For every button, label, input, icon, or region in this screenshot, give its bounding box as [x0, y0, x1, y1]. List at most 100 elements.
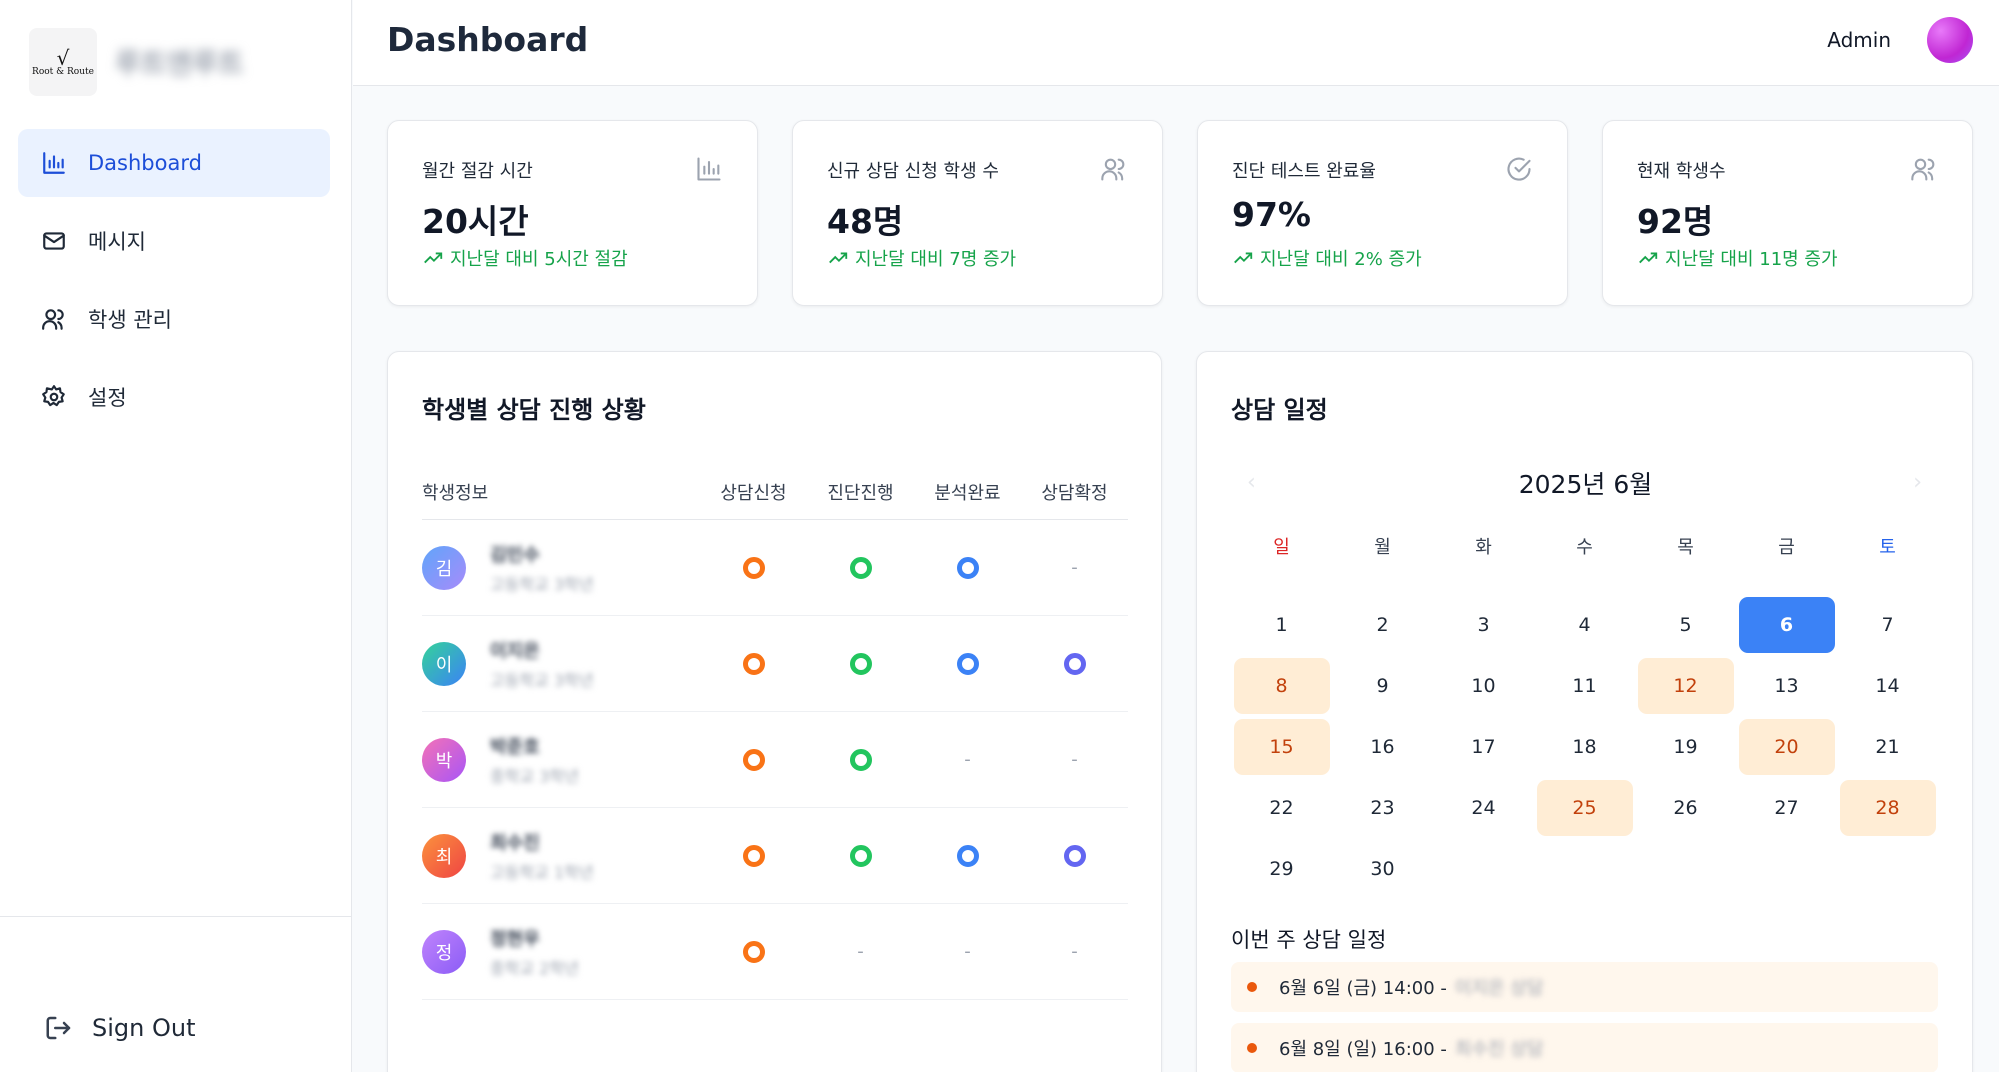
avatar[interactable]	[1927, 17, 1973, 63]
weekday-label: 화	[1475, 537, 1492, 558]
calendar-day-number: 15	[1233, 718, 1330, 775]
calendar-day[interactable]: 29	[1231, 838, 1332, 899]
sidebar-item-messages[interactable]: 메시지	[18, 207, 330, 275]
calendar-day[interactable]: 6	[1736, 594, 1837, 655]
stat-trend: 지난달 대비 7명 증가	[827, 245, 1016, 271]
calendar-day[interactable]: 30	[1332, 838, 1433, 899]
calendar-day[interactable]: 19	[1635, 716, 1736, 777]
calendar-day[interactable]: 15	[1231, 716, 1332, 777]
table-row[interactable]: 정 정현우 중학교 2학년 - - -	[422, 904, 1128, 1000]
users-icon	[1100, 155, 1128, 183]
status-ring-icon	[742, 748, 765, 771]
logo[interactable]: √ Root & Route 루트앤루트	[29, 28, 244, 96]
section-title: 학생별 상담 진행 상황	[422, 396, 646, 424]
weekday-label: 토	[1879, 537, 1896, 558]
calendar-day-number: 2	[1376, 613, 1389, 636]
calendar-day[interactable]: 4	[1534, 594, 1635, 655]
calendar-day[interactable]: 10	[1433, 655, 1534, 716]
sidebar-item-label: 설정	[88, 386, 127, 410]
status-cell	[914, 652, 1021, 675]
gear-icon	[40, 383, 68, 411]
stat-label: 월간 절감 시간	[422, 161, 533, 182]
bar-chart-icon	[40, 149, 68, 177]
weekday-label: 일	[1273, 537, 1290, 558]
calendar-day[interactable]: 22	[1231, 777, 1332, 838]
stat-card-new-applicants: 신규 상담 신청 학생 수 48명 지난달 대비 7명 증가	[792, 120, 1163, 306]
calendar-day[interactable]: 5	[1635, 594, 1736, 655]
calendar-day[interactable]: 28	[1837, 777, 1938, 838]
calendar-day[interactable]: 11	[1534, 655, 1635, 716]
calendar-day[interactable]: 2	[1332, 594, 1433, 655]
calendar-day[interactable]: 12	[1635, 655, 1736, 716]
next-month-button[interactable]: ›	[1913, 470, 1922, 495]
calendar-day[interactable]: 20	[1736, 716, 1837, 777]
calendar-day-number: 26	[1673, 796, 1698, 819]
status-cell: -	[914, 941, 1021, 962]
sidebar-item-dashboard[interactable]: Dashboard	[18, 129, 330, 197]
stat-value: 92명	[1637, 202, 1714, 241]
status-empty: -	[857, 941, 864, 962]
stat-label: 신규 상담 신청 학생 수	[827, 161, 999, 182]
user-name[interactable]: Admin	[1827, 28, 1891, 52]
calendar-day[interactable]: 25	[1534, 777, 1635, 838]
weekday-label: 금	[1778, 537, 1795, 558]
table-row[interactable]: 이 이지은 고등학교 3학년	[422, 616, 1128, 712]
status-cell	[914, 844, 1021, 867]
table-row[interactable]: 김 김민수 고등학교 3학년 -	[422, 520, 1128, 616]
table-header: 학생정보 상담신청 진단진행 분석완료 상담확정	[422, 464, 1128, 520]
sidebar-item-students[interactable]: 학생 관리	[18, 285, 330, 353]
schedule-item[interactable]: 6월 8일 (일) 16:00 - 최수진 상담	[1231, 1023, 1938, 1072]
calendar-day-number: 8	[1233, 657, 1330, 714]
calendar-day[interactable]: 18	[1534, 716, 1635, 777]
calendar-day[interactable]: 23	[1332, 777, 1433, 838]
student-name: 이지은	[490, 640, 540, 662]
calendar-day-number: 13	[1774, 674, 1799, 697]
column-header: 학생정보	[422, 482, 489, 504]
trend-up-icon	[1639, 252, 1658, 264]
logo-mark: √ Root & Route	[29, 28, 97, 96]
schedule-item[interactable]: 6월 6일 (금) 14:00 - 이지은 상담	[1231, 962, 1938, 1012]
schedule-detail: 최수진 상담	[1454, 1039, 1544, 1060]
calendar-day[interactable]: 7	[1837, 594, 1938, 655]
status-cell	[914, 556, 1021, 579]
stat-card-time-saved: 월간 절감 시간 20시간 지난달 대비 5시간 절감	[387, 120, 758, 306]
status-ring-icon	[1063, 652, 1086, 675]
calendar-day-number: 30	[1370, 857, 1395, 880]
calendar-day[interactable]: 14	[1837, 655, 1938, 716]
sidebar-divider	[0, 916, 352, 917]
table-row[interactable]: 박 박준호 중학교 3학년 - -	[422, 712, 1128, 808]
stat-label: 진단 테스트 완료율	[1232, 161, 1376, 182]
calendar-day-number: 20	[1738, 718, 1835, 775]
sidebar-nav: Dashboard 메시지 학생 관리 설정	[18, 129, 330, 441]
status-ring-icon	[956, 652, 979, 675]
calendar-day[interactable]: 13	[1736, 655, 1837, 716]
status-empty: -	[1071, 749, 1078, 770]
calendar-week: 29 30	[1231, 838, 1938, 899]
calendar-day[interactable]: 21	[1837, 716, 1938, 777]
schedule-time: 6월 6일 (금) 14:00 -	[1279, 978, 1447, 999]
calendar-day[interactable]: 1	[1231, 594, 1332, 655]
student-grade: 고등학교 3학년	[490, 574, 594, 594]
logo-symbol: √	[56, 45, 70, 70]
calendar-day[interactable]: 8	[1231, 655, 1332, 716]
sign-out-button[interactable]: Sign Out	[16, 996, 196, 1060]
schedule-dot	[1247, 1043, 1257, 1053]
mail-icon	[40, 227, 68, 255]
calendar-day[interactable]: 16	[1332, 716, 1433, 777]
counseling-progress-card: 학생별 상담 진행 상황 학생정보 상담신청 진단진행 분석완료 상담확정 김김…	[387, 351, 1162, 1072]
calendar-day-number: 14	[1875, 674, 1900, 697]
calendar-day[interactable]: 9	[1332, 655, 1433, 716]
student-text: 정현우 중학교 2학년	[490, 925, 579, 979]
calendar-day[interactable]: 27	[1736, 777, 1837, 838]
table-row[interactable]: 최 최수진 고등학교 1학년	[422, 808, 1128, 904]
calendar-day[interactable]: 24	[1433, 777, 1534, 838]
calendar-day[interactable]: 3	[1433, 594, 1534, 655]
student-info: 최 최수진 고등학교 1학년	[422, 829, 700, 883]
sidebar-item-settings[interactable]: 설정	[18, 363, 330, 431]
stat-card-test-completion: 진단 테스트 완료율 97% 지난달 대비 2% 증가	[1197, 120, 1568, 306]
calendar-day[interactable]: 26	[1635, 777, 1736, 838]
calendar-day-empty	[1635, 838, 1736, 899]
status-ring-icon	[742, 556, 765, 579]
stat-trend-text: 지난달 대비 11명 증가	[1665, 249, 1838, 270]
calendar-day[interactable]: 17	[1433, 716, 1534, 777]
